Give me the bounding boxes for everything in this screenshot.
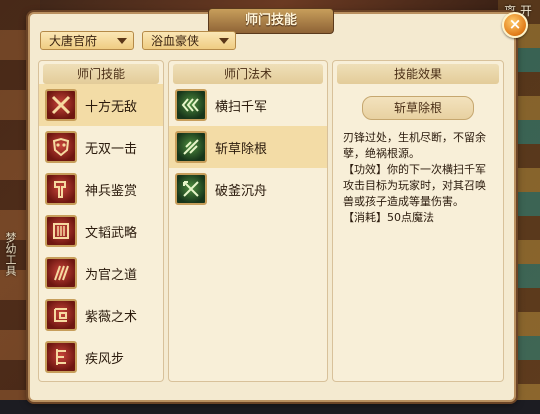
crossed-swords-icon <box>175 173 207 205</box>
spell-label: 斩草除根 <box>215 141 268 157</box>
bottom-bar <box>0 400 540 414</box>
spell-item[interactable]: 斩草除根 <box>169 126 327 168</box>
school-skills-window: 师门技能 × 大唐官府 浴血豪侠 师门技能 十方无敌 无双一击 神兵鉴赏 文韬武… <box>28 8 528 402</box>
skill-item[interactable]: 十方无敌 <box>39 84 163 126</box>
role-dropdown-value: 浴血豪侠 <box>151 34 200 48</box>
school-dropdown[interactable]: 大唐官府 <box>40 31 134 50</box>
role-dropdown[interactable]: 浴血豪侠 <box>142 31 236 50</box>
effect-function-text: 【功效】你的下一次横扫千军攻击目标为玩家时，对其召唤兽或孩子造成等量伤害。 <box>343 163 486 208</box>
skill-label: 神兵鉴赏 <box>85 183 138 199</box>
skill-label: 无双一击 <box>85 141 138 157</box>
skill-item[interactable]: 疾风步 <box>39 336 163 378</box>
crossed-blades-icon <box>45 89 77 121</box>
effect-flavor-text: 刃锋过处，生机尽断，不留余孽，绝祸根源。 <box>343 131 486 160</box>
skill-label: 紫薇之术 <box>85 309 138 325</box>
effect-description: 刃锋过处，生机尽断，不留余孽，绝祸根源。 【功效】你的下一次横扫千军攻击目标为玩… <box>343 130 495 226</box>
spell-item[interactable]: 破釜沉舟 <box>169 168 327 210</box>
skill-label: 文韬武略 <box>85 225 138 241</box>
skill-label: 疾风步 <box>85 351 125 367</box>
effect-cost-text: 【消耗】50点魔法 <box>343 211 434 224</box>
skill-label: 十方无敌 <box>85 99 138 115</box>
demon-mask-icon <box>45 131 77 163</box>
skill-item[interactable]: 紫薇之术 <box>39 294 163 336</box>
scroll-icon <box>45 215 77 247</box>
spells-header: 师门法术 <box>173 64 323 84</box>
skill-label: 为官之道 <box>85 267 138 283</box>
skill-effect-panel: 技能效果 斩草除根 刃锋过处，生机尽断，不留余孽，绝祸根源。 【功效】你的下一次… <box>332 60 504 382</box>
skill-item[interactable]: 神兵鉴赏 <box>39 168 163 210</box>
chevron-down-icon <box>117 38 127 44</box>
rune-icon <box>45 299 77 331</box>
school-dropdown-value: 大唐官府 <box>49 34 98 48</box>
triple-chevron-icon <box>175 89 207 121</box>
school-skills-list: 师门技能 十方无敌 无双一击 神兵鉴赏 文韬武略 为官之道 紫薇之术 疾风步 <box>38 60 164 382</box>
skill-item[interactable]: 无双一击 <box>39 126 163 168</box>
spell-label: 横扫千军 <box>215 99 268 115</box>
skill-item[interactable]: 文韬武略 <box>39 210 163 252</box>
footstep-icon <box>45 341 77 373</box>
skills-header: 师门技能 <box>43 64 159 84</box>
chevron-down-icon <box>219 38 229 44</box>
school-spells-list: 师门法术 横扫千军 斩草除根 破釜沉舟 <box>168 60 328 382</box>
spell-item[interactable]: 横扫千军 <box>169 84 327 126</box>
spell-label: 破釜沉舟 <box>215 183 268 199</box>
side-tool-label[interactable]: 梦幼工具 <box>4 232 17 276</box>
effect-skill-name: 斩草除根 <box>362 96 474 120</box>
slashing-blade-icon <box>175 131 207 163</box>
hammer-icon <box>45 173 77 205</box>
effect-header: 技能效果 <box>337 64 499 84</box>
close-button[interactable]: × <box>502 12 528 38</box>
skill-item[interactable]: 为官之道 <box>39 252 163 294</box>
claw-marks-icon <box>45 257 77 289</box>
